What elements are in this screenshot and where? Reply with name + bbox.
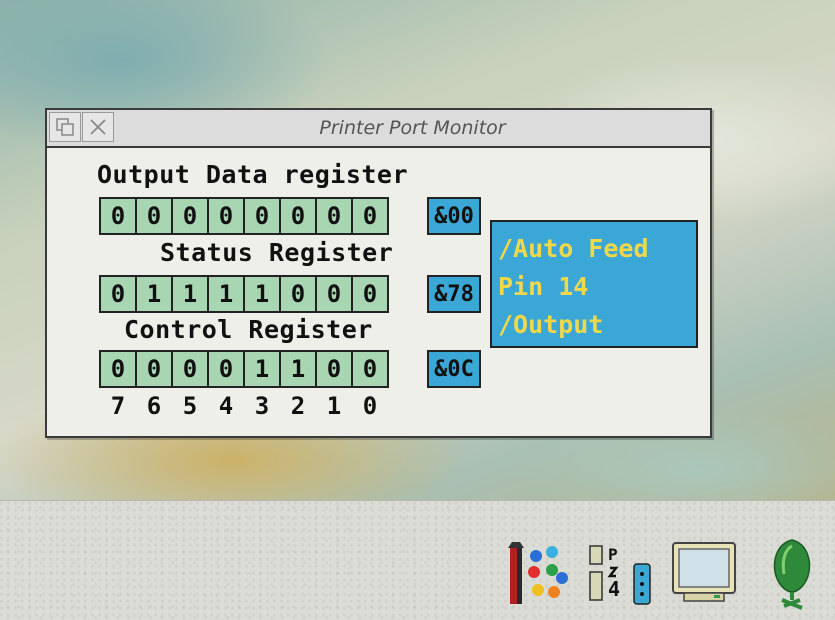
bit-cell[interactable]: 0 (173, 199, 207, 233)
bit-cell[interactable]: 0 (137, 199, 171, 233)
back-icon[interactable] (49, 112, 81, 142)
bit-number: 7 (110, 392, 126, 420)
output-data-hex: &00 (427, 197, 481, 235)
bit-cell[interactable]: 0 (137, 352, 171, 386)
status-hex: &78 (427, 275, 481, 313)
bit-cell[interactable]: 0 (317, 199, 351, 233)
control-hex: &0C (427, 350, 481, 388)
control-bits: 0 0 0 0 1 1 0 0 (99, 350, 389, 388)
close-icon[interactable] (82, 112, 114, 142)
bit-number: 2 (290, 392, 306, 420)
bit-number: 5 (182, 392, 198, 420)
acorn-icon[interactable] (762, 536, 822, 614)
bit-cell[interactable]: 0 (209, 199, 243, 233)
svg-text:4: 4 (608, 577, 620, 601)
bit-cell[interactable]: 0 (101, 199, 135, 233)
bit-number: 6 (146, 392, 162, 420)
status-bits: 0 1 1 1 1 0 0 0 (99, 275, 389, 313)
bit-number: 4 (218, 392, 234, 420)
bit-cell: 1 (245, 277, 279, 311)
bit-cell[interactable]: 0 (317, 352, 351, 386)
info-line: /Output (498, 310, 604, 339)
bit-cell[interactable]: 0 (101, 352, 135, 386)
bit-number: 3 (254, 392, 270, 420)
bit-number-row: 7 6 5 4 3 2 1 0 (101, 392, 387, 420)
bit-number: 0 (362, 392, 378, 420)
bit-cell[interactable]: 0 (245, 199, 279, 233)
window-title: Printer Port Monitor (319, 117, 506, 139)
output-data-bits: 0 0 0 0 0 0 0 0 (99, 197, 389, 235)
printer-port-monitor-window: Printer Port Monitor Output Data registe… (45, 108, 712, 438)
pin-info-panel: /Auto Feed Pin 14 /Output (490, 220, 698, 348)
bit-number: 1 (326, 392, 342, 420)
bit-cell: 1 (137, 277, 171, 311)
info-line: Pin 14 (498, 272, 589, 301)
svg-text:P: P (608, 545, 618, 564)
bit-cell[interactable]: 0 (353, 199, 387, 233)
bit-cell: 1 (209, 277, 243, 311)
status-register-title: Status Register (160, 238, 394, 267)
info-line: /Auto Feed (498, 234, 649, 263)
bit-cell[interactable]: 1 (281, 352, 315, 386)
printer-driver-icon[interactable]: P 4 (586, 542, 656, 612)
bit-cell: 0 (353, 277, 387, 311)
paint-app-icon[interactable] (504, 542, 572, 610)
bit-cell: 0 (317, 277, 351, 311)
bit-cell[interactable]: 0 (209, 352, 243, 386)
bit-cell: 0 (281, 277, 315, 311)
output-data-register-title: Output Data register (97, 160, 409, 189)
bit-cell[interactable]: 0 (173, 352, 207, 386)
title-bar[interactable]: Printer Port Monitor (47, 110, 710, 148)
control-register-title: Control Register (124, 315, 373, 344)
bit-cell[interactable]: 1 (245, 352, 279, 386)
bit-cell: 1 (173, 277, 207, 311)
bit-cell: 0 (101, 277, 135, 311)
bit-cell[interactable]: 0 (353, 352, 387, 386)
bit-cell[interactable]: 0 (281, 199, 315, 233)
display-monitor-icon[interactable] (670, 540, 740, 610)
